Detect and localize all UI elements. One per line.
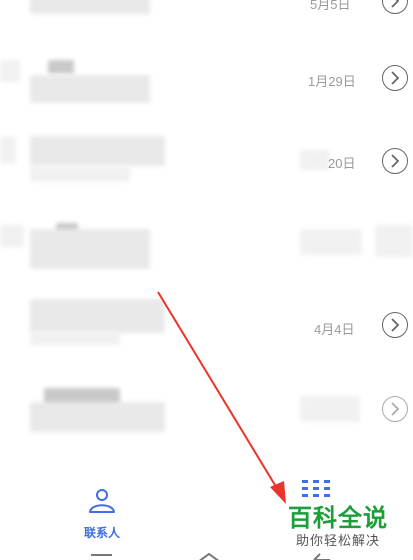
tab-contacts-label: 联系人 (83, 526, 120, 540)
blurred-avatar (48, 60, 74, 74)
blurred-contact-name (30, 402, 165, 432)
home-icon[interactable] (196, 551, 222, 560)
grid-dots-icon (302, 480, 330, 497)
watermark-subtitle: 助你轻松解决 (296, 534, 381, 549)
blurred-contact-detail (30, 331, 120, 345)
list-item[interactable] (0, 215, 413, 305)
call-date: 20日 (328, 156, 356, 171)
tab-contacts[interactable]: 联系人 (74, 480, 130, 540)
blurred-mark (0, 225, 24, 247)
detail-chevron-icon[interactable] (382, 148, 408, 174)
list-item[interactable]: 5月5日 (0, 0, 413, 50)
blurred-mark (0, 60, 20, 82)
blurred-date (300, 229, 362, 255)
menu-icon[interactable] (90, 553, 114, 560)
list-item[interactable]: 20日 (0, 130, 413, 220)
system-nav-bar (0, 548, 413, 560)
detail-chevron-icon[interactable] (382, 65, 408, 91)
list-item[interactable]: 4月4日 (0, 295, 413, 385)
list-item[interactable]: 1月29日 (0, 45, 413, 135)
blurred-contact-detail (30, 166, 130, 182)
blurred-contact-name (30, 136, 165, 166)
detail-chevron-icon[interactable] (382, 312, 408, 338)
blurred-date (300, 150, 330, 170)
watermark-title: 百科全说 (288, 504, 388, 532)
detail-chevron-icon[interactable] (382, 396, 408, 422)
blurred-contact-name (30, 75, 150, 103)
detail-chevron-icon[interactable] (382, 0, 408, 14)
call-date: 4月4日 (314, 322, 355, 337)
blurred-chevron (375, 225, 413, 257)
blurred-date (300, 396, 360, 422)
blurred-contact-name (30, 299, 165, 333)
person-icon (89, 489, 115, 513)
blurred-contact-name (30, 229, 150, 269)
call-date: 1月29日 (308, 74, 356, 89)
call-date: 5月5日 (310, 0, 351, 12)
list-item[interactable] (0, 380, 413, 470)
blurred-mark (0, 136, 16, 164)
tab-apps[interactable] (300, 478, 334, 500)
back-icon[interactable] (310, 552, 334, 560)
call-log-screen: 5月5日 1月29日 20日 4月4日 联系人 百科全说 助你轻松解决 (0, 0, 413, 560)
blurred-contact-name (30, 0, 150, 14)
